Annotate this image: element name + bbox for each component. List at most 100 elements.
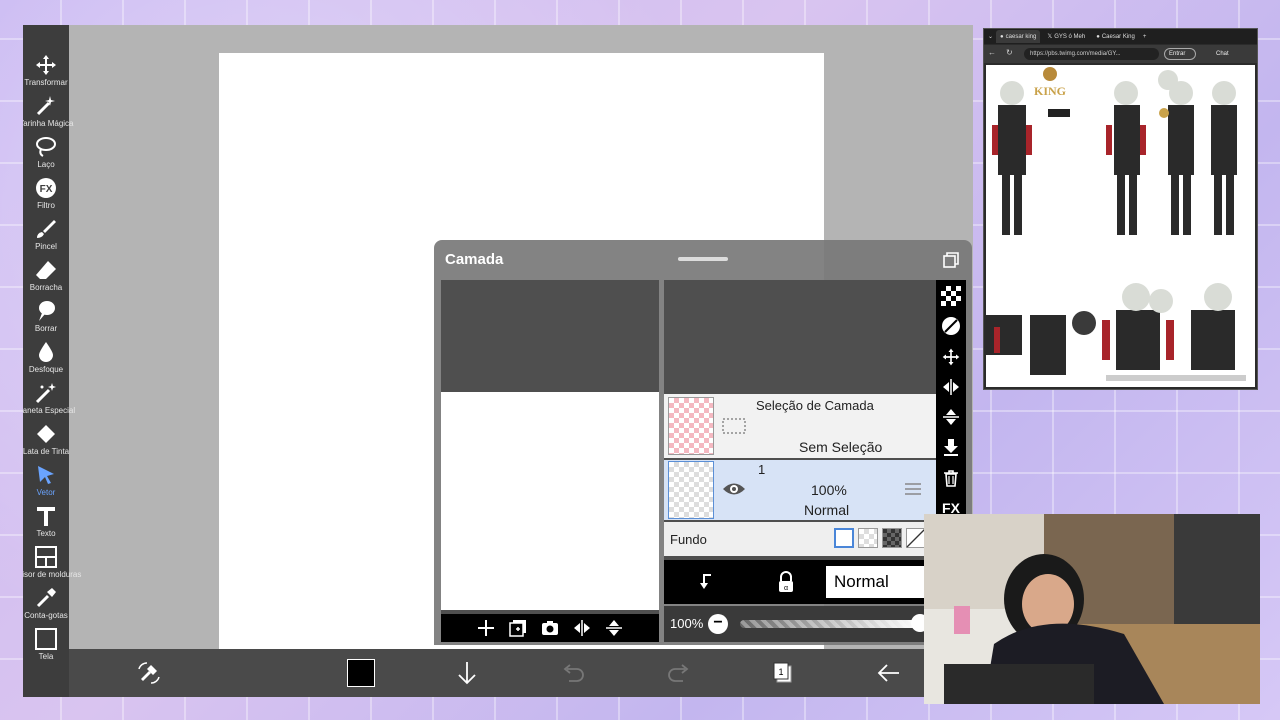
camera-button[interactable] bbox=[538, 616, 562, 640]
drag-handle-icon[interactable] bbox=[904, 482, 922, 496]
tool-paint-bucket[interactable]: Lata de Tinta bbox=[23, 422, 69, 463]
maximize-icon[interactable] bbox=[942, 251, 960, 269]
tool-brush[interactable]: Pincel bbox=[23, 217, 69, 258]
flip-layer-vertical-button[interactable] bbox=[940, 405, 962, 429]
reload-icon[interactable]: ↻ bbox=[1006, 48, 1013, 57]
selection-marquee-icon bbox=[722, 418, 746, 434]
url-input[interactable]: https://pbs.twimg.com/media/GY... bbox=[1024, 48, 1159, 60]
alpha-lock-icon[interactable]: α bbox=[776, 571, 796, 593]
tool-label: Varinha Mágica bbox=[23, 119, 74, 128]
delete-layer-button[interactable] bbox=[940, 466, 962, 490]
move-icon bbox=[36, 55, 56, 75]
browser-tab-strip: ⌄ ● caesar king 𝕏 GYS ó Meh ● Caesar King + bbox=[984, 29, 1257, 44]
undo-icon bbox=[563, 664, 584, 682]
tool-smudge[interactable]: Borrar bbox=[23, 299, 69, 340]
tool-label: Vetor bbox=[36, 488, 56, 497]
move-layer-button[interactable] bbox=[940, 345, 962, 369]
background-checker-option[interactable] bbox=[858, 528, 878, 548]
tab-favicon-icon: ● bbox=[1096, 33, 1100, 40]
background-row: Fundo bbox=[664, 522, 936, 556]
merge-down-button[interactable] bbox=[940, 435, 962, 459]
blur-icon bbox=[39, 342, 53, 362]
flip-horizontal-button[interactable] bbox=[570, 616, 594, 640]
clipping-arrow-icon[interactable] bbox=[696, 572, 716, 592]
background-label: Fundo bbox=[670, 532, 707, 547]
eraser-icon bbox=[36, 261, 56, 279]
tool-special-pen[interactable]: Caneta Especial bbox=[23, 381, 75, 422]
opacity-slider[interactable] bbox=[740, 620, 920, 628]
browser-tab[interactable]: 𝕏 GYS ó Meh bbox=[1043, 30, 1089, 43]
download-button[interactable] bbox=[451, 657, 483, 689]
flip-layer-horizontal-button[interactable] bbox=[940, 375, 962, 399]
back-arrow-icon[interactable]: ← bbox=[988, 48, 996, 57]
checker-icon bbox=[941, 286, 961, 307]
tool-frame-divider[interactable]: Divisor de molduras bbox=[23, 545, 81, 586]
undo-button[interactable] bbox=[557, 657, 589, 689]
tool-filter[interactable]: FX Filtro bbox=[23, 176, 69, 217]
canvas-icon bbox=[35, 628, 57, 650]
smudge-icon bbox=[39, 301, 55, 321]
brush-eraser-swap-button[interactable] bbox=[133, 657, 165, 689]
tool-magic-wand[interactable]: Varinha Mágica bbox=[23, 94, 74, 135]
background-white-option[interactable] bbox=[834, 528, 854, 548]
duplicate-layer-button[interactable] bbox=[506, 616, 530, 640]
transparency-button[interactable] bbox=[940, 284, 962, 308]
browser-tab[interactable]: ● caesar king bbox=[996, 30, 1041, 43]
login-button[interactable]: Entrar bbox=[1164, 48, 1196, 60]
tool-text[interactable]: Texto bbox=[23, 504, 69, 545]
x-logo-icon: 𝕏 bbox=[1047, 34, 1053, 40]
browser-tab[interactable]: ● Caesar King bbox=[1092, 30, 1139, 43]
king-logo-text: KING bbox=[1034, 84, 1066, 98]
opacity-label: 100% bbox=[670, 616, 704, 631]
redo-button[interactable] bbox=[663, 657, 695, 689]
tool-eyedropper[interactable]: Conta-gotas bbox=[23, 586, 69, 627]
arrow-down-icon bbox=[458, 662, 476, 685]
chevron-down-icon[interactable]: ⌄ bbox=[988, 33, 993, 40]
eye-icon[interactable] bbox=[722, 480, 746, 498]
current-color-swatch bbox=[347, 659, 375, 687]
move-icon bbox=[942, 348, 960, 365]
tool-eraser[interactable]: Borracha bbox=[23, 258, 69, 299]
tool-label: Transformar bbox=[24, 78, 68, 87]
color-swatch-button[interactable] bbox=[345, 657, 377, 689]
background-none-option[interactable] bbox=[906, 528, 926, 548]
layer-blend-mode: Normal bbox=[804, 502, 850, 518]
selection-layer-thumbnail bbox=[668, 397, 714, 455]
new-tab-icon[interactable]: + bbox=[1143, 34, 1147, 40]
browser-window: ⌄ ● caesar king 𝕏 GYS ó Meh ● Caesar King +… bbox=[983, 28, 1258, 390]
redo-icon bbox=[668, 664, 689, 682]
tool-label: Lata de Tinta bbox=[23, 447, 70, 456]
selection-layer-row[interactable]: Seleção de Camada Sem Seleção bbox=[664, 394, 936, 458]
text-icon bbox=[37, 507, 55, 526]
tool-canvas[interactable]: Tela bbox=[23, 627, 69, 668]
tool-label: Borracha bbox=[29, 283, 63, 292]
tab-favicon-icon: ● bbox=[1000, 33, 1004, 40]
tool-blur[interactable]: Desfoque bbox=[23, 340, 69, 381]
tool-label: Texto bbox=[36, 529, 56, 538]
layers-button[interactable]: 1 bbox=[767, 657, 799, 689]
clipping-button[interactable] bbox=[940, 314, 962, 338]
trash-icon bbox=[944, 469, 958, 487]
layer-row-1[interactable]: 1 100% Normal bbox=[664, 460, 936, 520]
drawing-app-window: Transformar Varinha Mágica Laço FX Filtr… bbox=[23, 25, 973, 697]
background-dark-checker-option[interactable] bbox=[882, 528, 902, 548]
tool-vector[interactable]: Vetor bbox=[23, 463, 69, 504]
panel-drag-handle[interactable] bbox=[678, 257, 728, 261]
opacity-decrease-button[interactable]: − bbox=[708, 614, 728, 634]
svg-text:α: α bbox=[784, 585, 788, 592]
bottom-toolbar: 1 bbox=[69, 649, 973, 697]
tool-transform[interactable]: Transformar bbox=[23, 53, 69, 94]
flip-horizontal-icon bbox=[943, 378, 959, 395]
reference-image: KING bbox=[986, 65, 1255, 387]
paint-bucket-icon bbox=[37, 425, 55, 443]
back-button[interactable] bbox=[873, 657, 905, 689]
chat-button[interactable]: Chat bbox=[1216, 48, 1229, 60]
flip-vertical-button[interactable] bbox=[602, 616, 626, 640]
add-layer-button[interactable] bbox=[474, 616, 498, 640]
special-pen-icon bbox=[35, 383, 56, 404]
half-circle-icon bbox=[942, 317, 960, 336]
webcam-image bbox=[924, 514, 1260, 704]
tool-lasso[interactable]: Laço bbox=[23, 135, 69, 176]
eyedropper-icon bbox=[36, 588, 56, 608]
layer-1-thumbnail bbox=[668, 461, 714, 519]
